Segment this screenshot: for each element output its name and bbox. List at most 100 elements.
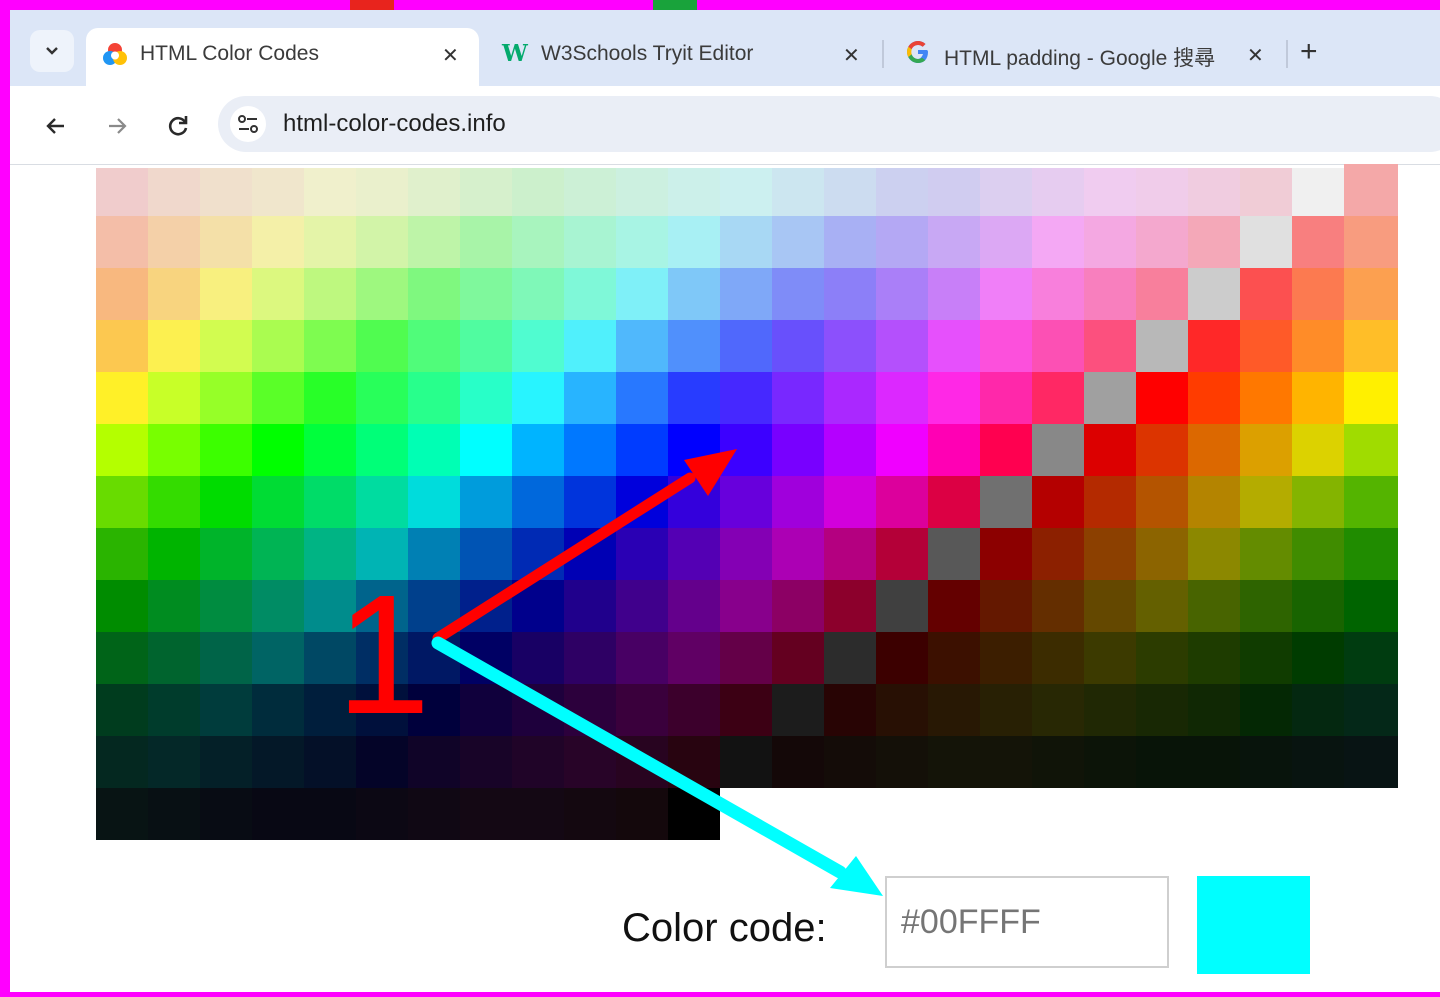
- forward-button[interactable]: [100, 109, 134, 143]
- color-cell[interactable]: [96, 320, 148, 372]
- color-cell[interactable]: [408, 216, 460, 268]
- color-cell[interactable]: [668, 736, 720, 788]
- color-cell[interactable]: [1136, 268, 1188, 320]
- color-cell[interactable]: [96, 736, 148, 788]
- color-cell[interactable]: [772, 736, 824, 788]
- color-cell[interactable]: [252, 528, 304, 580]
- close-icon[interactable]: ✕: [442, 43, 459, 68]
- color-cell[interactable]: [564, 424, 616, 476]
- color-cell[interactable]: [1344, 268, 1398, 320]
- color-cell[interactable]: [928, 528, 980, 580]
- color-cell[interactable]: [616, 424, 668, 476]
- color-cell[interactable]: [356, 268, 408, 320]
- color-cell[interactable]: [252, 788, 304, 840]
- color-cell[interactable]: [928, 580, 980, 632]
- color-cell[interactable]: [824, 736, 876, 788]
- color-cell[interactable]: [720, 320, 772, 372]
- color-cell[interactable]: [1032, 168, 1084, 216]
- color-cell[interactable]: [720, 168, 772, 216]
- color-cell[interactable]: [980, 684, 1032, 736]
- color-cell[interactable]: [772, 424, 824, 476]
- color-cell[interactable]: [1344, 320, 1398, 372]
- color-cell[interactable]: [928, 168, 980, 216]
- color-cell[interactable]: [616, 168, 668, 216]
- color-cell[interactable]: [772, 632, 824, 684]
- color-cell[interactable]: [148, 528, 200, 580]
- color-cell[interactable]: [616, 372, 668, 424]
- color-cell[interactable]: [668, 268, 720, 320]
- color-cell[interactable]: [200, 168, 252, 216]
- color-cell[interactable]: [1032, 632, 1084, 684]
- color-cell[interactable]: [1188, 476, 1240, 528]
- color-cell[interactable]: [824, 632, 876, 684]
- color-cell[interactable]: [1084, 320, 1136, 372]
- color-cell[interactable]: [616, 632, 668, 684]
- color-cell[interactable]: [304, 788, 356, 840]
- color-cell[interactable]: [148, 216, 200, 268]
- color-cell[interactable]: [200, 528, 252, 580]
- color-cell[interactable]: [1292, 268, 1344, 320]
- color-cell[interactable]: [876, 528, 928, 580]
- color-cell[interactable]: [928, 320, 980, 372]
- color-cell[interactable]: [980, 216, 1032, 268]
- color-cell[interactable]: [460, 216, 512, 268]
- color-cell[interactable]: [668, 424, 720, 476]
- color-cell[interactable]: [1032, 476, 1084, 528]
- color-cell[interactable]: [512, 684, 564, 736]
- color-cell[interactable]: [1084, 424, 1136, 476]
- color-cell[interactable]: [460, 320, 512, 372]
- color-cell[interactable]: [356, 216, 408, 268]
- color-cell[interactable]: [980, 372, 1032, 424]
- color-cell[interactable]: [148, 424, 200, 476]
- color-cell[interactable]: [1188, 216, 1240, 268]
- color-cell[interactable]: [1344, 216, 1398, 268]
- color-cell[interactable]: [668, 476, 720, 528]
- color-cell[interactable]: [252, 320, 304, 372]
- color-cell[interactable]: [668, 528, 720, 580]
- color-cell[interactable]: [1292, 476, 1344, 528]
- tab-search-button[interactable]: [30, 30, 74, 72]
- color-cell[interactable]: [512, 168, 564, 216]
- color-cell[interactable]: [1136, 216, 1188, 268]
- color-cell[interactable]: [1240, 168, 1292, 216]
- color-cell[interactable]: [1240, 372, 1292, 424]
- color-cell[interactable]: [1344, 580, 1398, 632]
- color-cell[interactable]: [252, 580, 304, 632]
- color-cell[interactable]: [252, 168, 304, 216]
- color-cell[interactable]: [824, 424, 876, 476]
- color-cell[interactable]: [1292, 424, 1344, 476]
- color-cell[interactable]: [876, 424, 928, 476]
- color-cell[interactable]: [356, 788, 408, 840]
- color-cell[interactable]: [1344, 424, 1398, 476]
- color-cell[interactable]: [980, 268, 1032, 320]
- color-cell[interactable]: [512, 320, 564, 372]
- color-cell[interactable]: [252, 216, 304, 268]
- color-cell[interactable]: [1188, 268, 1240, 320]
- color-cell[interactable]: [824, 580, 876, 632]
- color-cell[interactable]: [200, 684, 252, 736]
- color-cell[interactable]: [720, 268, 772, 320]
- color-cell[interactable]: [1344, 684, 1398, 736]
- color-cell[interactable]: [1292, 632, 1344, 684]
- color-cell[interactable]: [772, 168, 824, 216]
- color-cell[interactable]: [824, 168, 876, 216]
- color-cell[interactable]: [1032, 216, 1084, 268]
- color-cell[interactable]: [1188, 168, 1240, 216]
- color-cell[interactable]: [720, 528, 772, 580]
- color-cell[interactable]: [304, 268, 356, 320]
- color-cell[interactable]: [564, 320, 616, 372]
- color-cell[interactable]: [668, 372, 720, 424]
- new-tab-button[interactable]: +: [1300, 37, 1318, 67]
- color-cell[interactable]: [876, 168, 928, 216]
- color-cell[interactable]: [876, 320, 928, 372]
- color-cell[interactable]: [980, 580, 1032, 632]
- color-cell[interactable]: [616, 736, 668, 788]
- address-bar[interactable]: html-color-codes.info: [218, 96, 1440, 152]
- color-cell[interactable]: [824, 684, 876, 736]
- color-cell[interactable]: [876, 632, 928, 684]
- site-info-button[interactable]: [230, 106, 266, 142]
- color-cell[interactable]: [928, 632, 980, 684]
- color-cell[interactable]: [980, 320, 1032, 372]
- color-cell[interactable]: [824, 268, 876, 320]
- color-cell[interactable]: [512, 580, 564, 632]
